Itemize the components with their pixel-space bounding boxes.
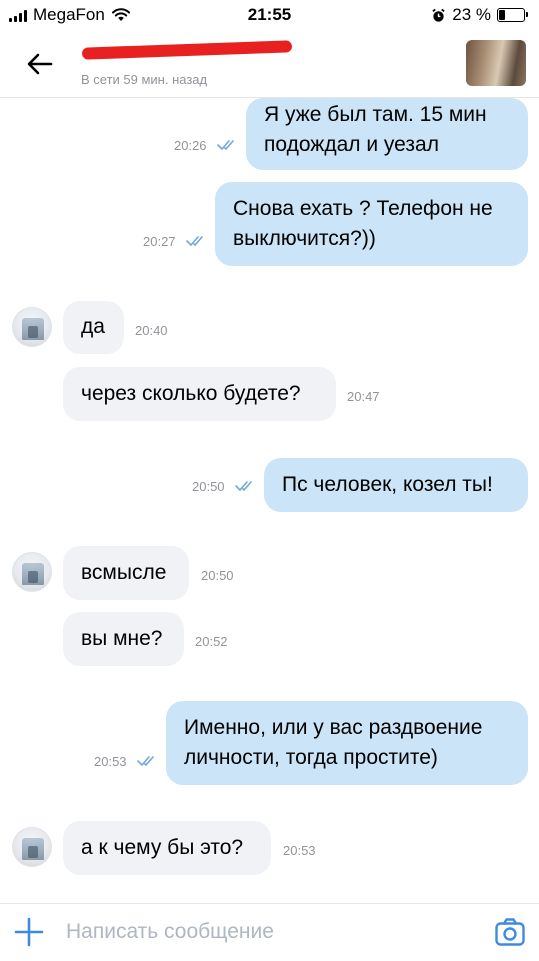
message-bubble-outgoing[interactable]: Снова ехать ? Телефон не выключится?)) — [215, 182, 528, 266]
message-text: всмысле — [81, 561, 167, 584]
message-text: Именно, или у вас раздвоение — [184, 716, 483, 739]
last-seen-status: В сети 59 мин. назад — [81, 72, 208, 87]
message-bubble-outgoing[interactable]: Пс человек, козел ты! — [264, 458, 528, 512]
message-bubble-outgoing[interactable]: Я уже был там. 15 мин подождал и уезал — [246, 98, 528, 170]
message-bubble-outgoing[interactable]: Именно, или у вас раздвоение личности, т… — [166, 701, 528, 785]
message-time: 20:40 — [135, 323, 168, 338]
status-right: 23 % — [431, 5, 528, 25]
sender-avatar[interactable] — [12, 827, 52, 867]
message-time: 20:53 — [283, 843, 316, 858]
message-time: 20:53 — [94, 754, 127, 769]
alarm-clock-icon — [432, 8, 445, 22]
message-text: Снова ехать ? Телефон не — [233, 197, 493, 220]
battery-level — [499, 10, 505, 20]
message-time: 20:50 — [201, 568, 234, 583]
message-time: 20:27 — [143, 234, 176, 249]
message-time: 20:26 — [174, 138, 207, 153]
battery-percent: 23 % — [452, 5, 491, 24]
message-time: 20:50 — [192, 479, 225, 494]
redaction-mark — [81, 40, 293, 60]
double-check-icon — [235, 481, 252, 491]
contact-name[interactable] — [81, 40, 293, 60]
message-text: через сколько будете? — [81, 382, 301, 405]
battery-icon — [497, 8, 528, 22]
back-arrow-icon[interactable] — [24, 48, 56, 80]
message-text: Пс человек, козел ты! — [282, 473, 493, 496]
message-text: а к чему бы это? — [81, 836, 244, 859]
plus-icon[interactable] — [13, 916, 45, 948]
chat-header: В сети 59 мин. назад — [0, 30, 539, 98]
message-text: подождал и уезал — [264, 133, 439, 156]
message-text: выключится?)) — [233, 227, 376, 250]
sender-avatar[interactable] — [12, 307, 52, 347]
double-check-icon — [186, 236, 203, 246]
message-bubble-incoming[interactable]: вы мне? — [63, 612, 184, 666]
status-bar: MegaFon 21:55 23 % — [0, 0, 539, 30]
message-text: да — [81, 315, 105, 338]
message-text: Я уже был там. 15 мин — [264, 103, 487, 126]
camera-icon[interactable] — [494, 916, 526, 948]
message-text: вы мне? — [81, 627, 163, 650]
message-time: 20:52 — [195, 634, 228, 649]
message-bubble-incoming[interactable]: через сколько будете? — [63, 367, 336, 421]
message-time: 20:47 — [347, 389, 380, 404]
message-bubble-incoming[interactable]: всмысле — [63, 546, 189, 600]
contact-avatar[interactable] — [466, 40, 526, 86]
message-text: личности, тогда простите) — [184, 746, 438, 769]
message-bubble-incoming[interactable]: да — [63, 301, 124, 354]
message-composer — [0, 903, 539, 961]
message-input[interactable] — [66, 912, 476, 952]
double-check-icon — [137, 756, 154, 766]
double-check-icon — [217, 140, 234, 150]
message-bubble-incoming[interactable]: а к чему бы это? — [63, 821, 271, 875]
sender-avatar[interactable] — [12, 552, 52, 592]
